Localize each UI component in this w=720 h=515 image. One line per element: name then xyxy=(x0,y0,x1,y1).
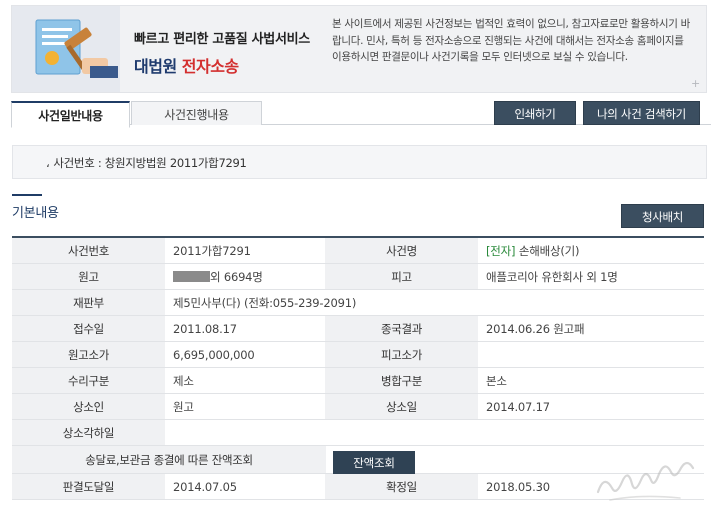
receipt-type-value: 제소 xyxy=(173,374,194,388)
case-number-value: 사건번호 : 창원지방법원 2011가합7291 xyxy=(53,156,247,170)
case-number-text: ، 사건번호 : 창원지방법원 2011가합7291 xyxy=(46,155,247,171)
banner-notice-text: 본 사이트에서 제공된 사건정보는 법적인 효력이 없으니, 참고자료로만 활용… xyxy=(332,18,690,63)
banner-slogan: 빠르고 편리한 고품질 사법서비스 대법원 전자소송 xyxy=(134,28,310,77)
table-row: 접수일 2011.08.17 종국결과 2014.06.26 원고패 xyxy=(12,316,704,342)
received-value: 2011.08.17 xyxy=(173,322,237,336)
banner-tagline: 빠르고 편리한 고품질 사법서비스 xyxy=(134,32,310,47)
table-row: 사건번호 2011가합7291 사건명 [전자] 손해배상(기) xyxy=(12,238,704,264)
merge-value: 본소 xyxy=(486,374,507,388)
section-marker xyxy=(12,194,42,196)
merge-label: 병합구분 xyxy=(325,368,478,393)
case-no-label: 사건번호 xyxy=(12,238,165,263)
result-value: 2014.06.26 원고패 xyxy=(486,322,585,336)
tab-case-general[interactable]: 사건일반내용 xyxy=(11,101,130,128)
division-label: 재판부 xyxy=(12,290,165,315)
appeal-reject-value xyxy=(165,420,704,445)
table-row: 상소인 원고 상소일 2014.07.17 xyxy=(12,394,704,420)
case-no-value: 2011가합7291 xyxy=(173,244,251,258)
plaintiff-suffix: 외 6694명 xyxy=(210,270,263,284)
table-row: 상소각하일 xyxy=(12,420,704,446)
balance-inquiry-button[interactable]: 잔액조회 xyxy=(333,451,415,475)
plaintiff-claim-label: 원고소가 xyxy=(12,342,165,367)
tab-case-progress[interactable]: 사건진행내용 xyxy=(131,101,262,125)
appeal-date-value: 2014.07.17 xyxy=(486,400,550,414)
result-label: 종국결과 xyxy=(325,316,478,341)
deposit-balance-label: 송달료,보관금 종결에 따른 잔액조회 xyxy=(12,446,326,473)
table-row: 원고 외 6694명 피고 애플코리아 유한회사 외 1명 xyxy=(12,264,704,290)
print-button[interactable]: 인쇄하기 xyxy=(494,101,576,125)
plaintiff-value: 외 6694명 xyxy=(165,264,325,289)
gavel-document-illustration xyxy=(12,6,120,92)
defendant-value: 애플코리아 유한회사 외 1명 xyxy=(486,270,618,284)
plus-icon[interactable]: + xyxy=(691,78,701,89)
watermark-logo xyxy=(590,452,710,512)
plaintiff-label: 원고 xyxy=(12,264,165,289)
appellant-value: 원고 xyxy=(173,400,194,414)
judgment-delivered-label: 판결도달일 xyxy=(12,474,165,499)
defendant-claim-label: 피고소가 xyxy=(325,342,478,367)
finalized-label: 확정일 xyxy=(325,474,478,499)
notice-banner: 빠르고 편리한 고품질 사법서비스 대법원 전자소송 본 사이트에서 제공된 사… xyxy=(11,5,707,93)
appeal-reject-label: 상소각하일 xyxy=(12,420,165,445)
ecase-tag: [전자] xyxy=(486,244,516,258)
received-label: 접수일 xyxy=(12,316,165,341)
plaintiff-claim-value: 6,695,000,000 xyxy=(173,348,255,362)
table-row: 수리구분 제소 병합구분 본소 xyxy=(12,368,704,394)
appeal-date-label: 상소일 xyxy=(325,394,478,419)
banner-brand: 대법원 전자소송 xyxy=(134,53,310,77)
appellant-label: 상소인 xyxy=(12,394,165,419)
section-title: 기본내용 xyxy=(12,206,59,221)
case-name-label: 사건명 xyxy=(325,238,478,263)
supreme-court-label: 대법원 xyxy=(134,57,177,76)
division-value: 제5민사부(다) (전화:055-239-2091) xyxy=(173,296,357,310)
table-row: 원고소가 6,695,000,000 피고소가 xyxy=(12,342,704,368)
table-row: 재판부 제5민사부(다) (전화:055-239-2091) xyxy=(12,290,704,316)
defendant-label: 피고 xyxy=(325,264,478,289)
judgment-delivered-value: 2014.07.05 xyxy=(173,480,237,494)
case-name-text: 손해배상(기) xyxy=(518,244,580,258)
ecase-label: 전자소송 xyxy=(181,57,239,76)
bullet-icon: ، xyxy=(46,156,50,170)
case-name-value: [전자] 손해배상(기) xyxy=(478,238,704,263)
courtroom-layout-button[interactable]: 청사배치 xyxy=(621,204,704,228)
redacted-name xyxy=(173,271,210,282)
receipt-type-label: 수리구분 xyxy=(12,368,165,393)
my-case-search-button[interactable]: 나의 사건 검색하기 xyxy=(583,101,700,125)
case-number-box: ، 사건번호 : 창원지방법원 2011가합7291 xyxy=(12,145,707,179)
defendant-claim-value xyxy=(478,342,704,367)
